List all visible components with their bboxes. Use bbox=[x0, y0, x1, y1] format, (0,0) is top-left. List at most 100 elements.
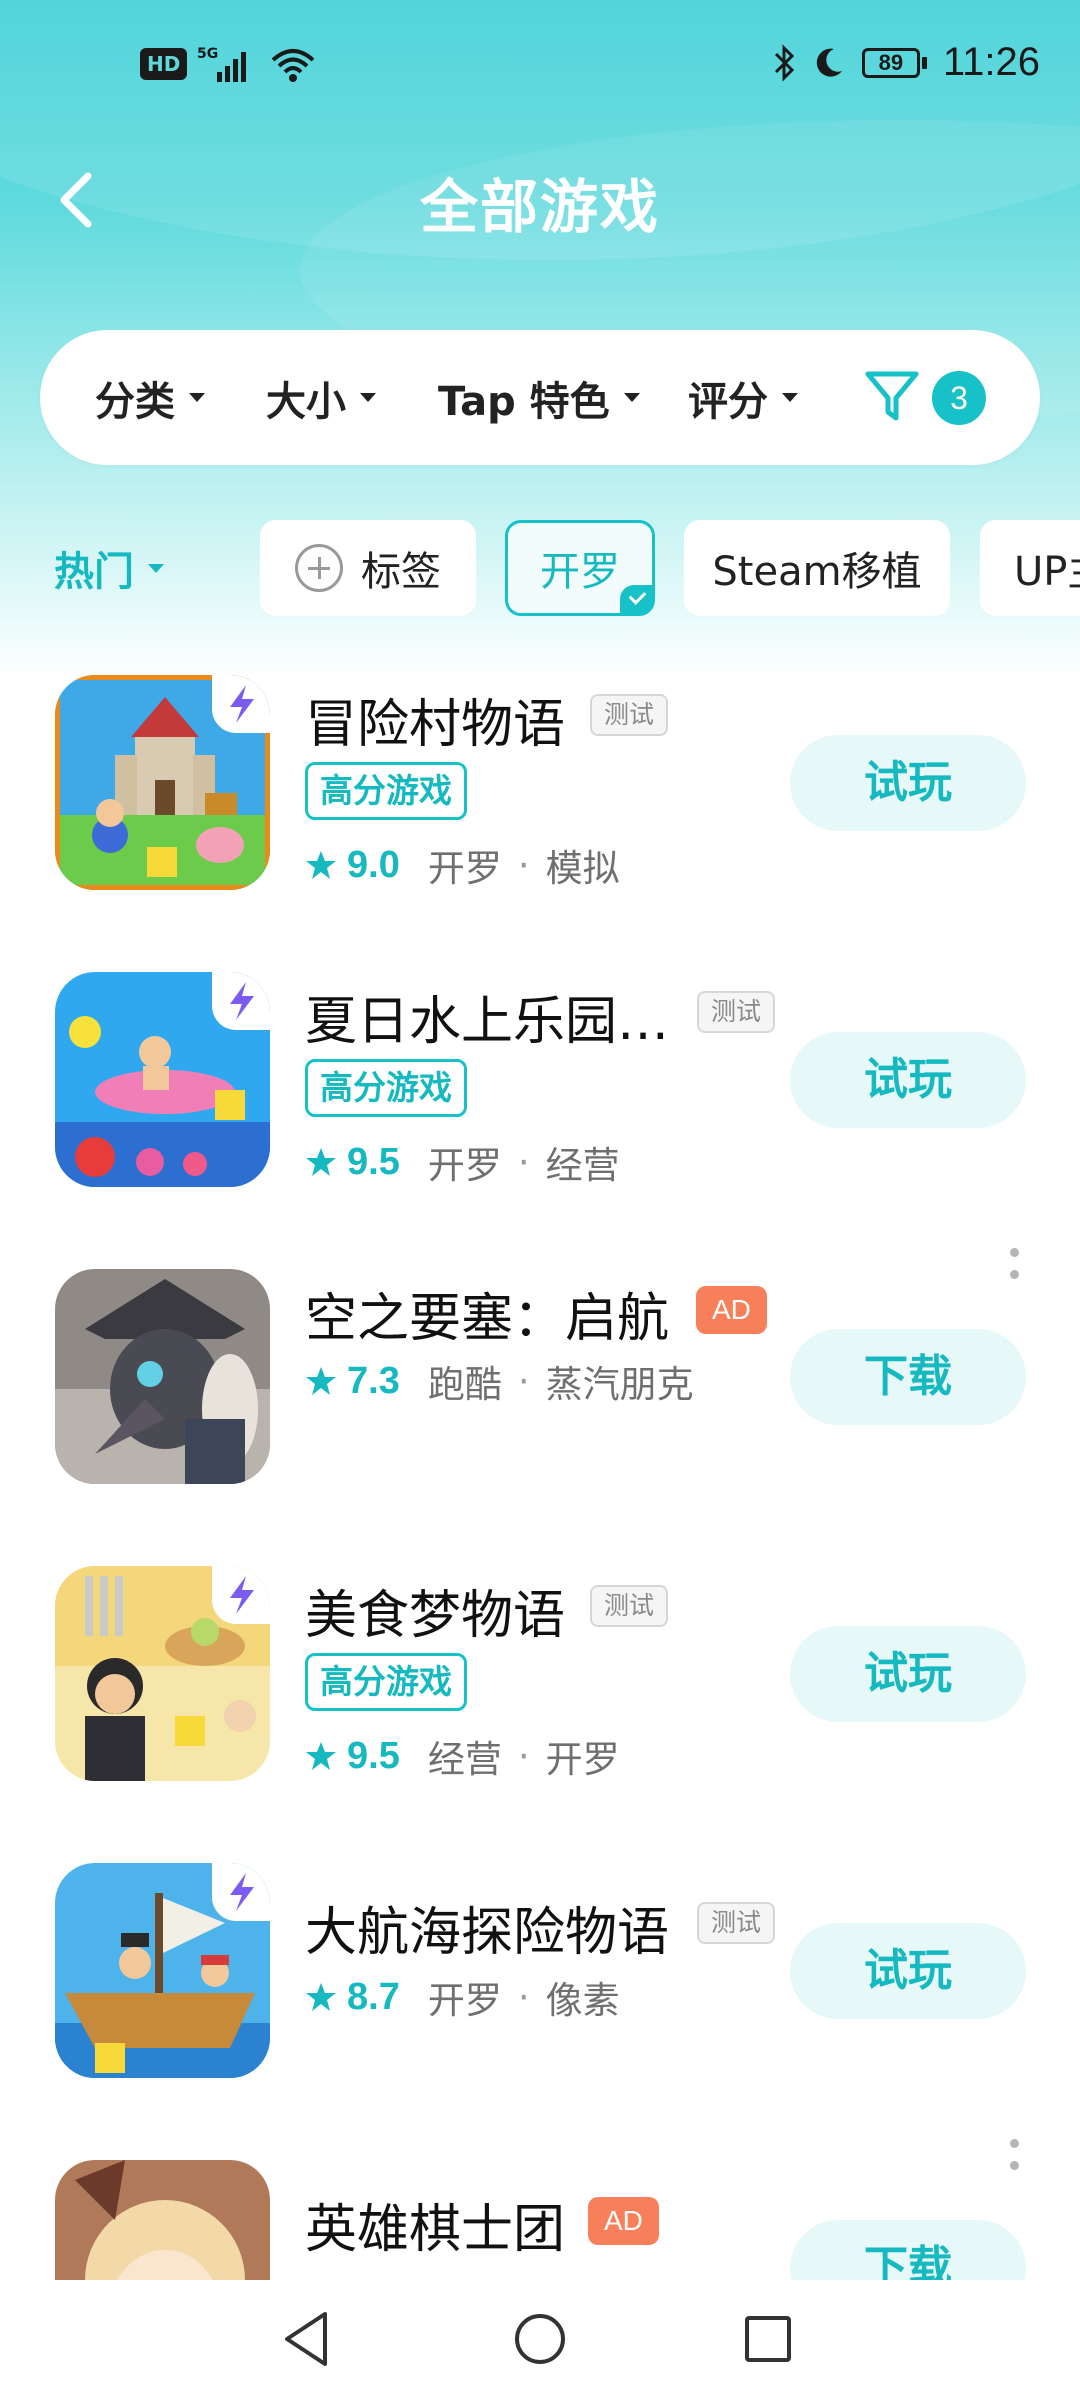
download-button[interactable]: 下载 bbox=[790, 1329, 1026, 1425]
game-meta: 9.5 开罗 · 经营 bbox=[305, 1135, 620, 1189]
game-title: 大航海探险物语 bbox=[305, 1903, 670, 1963]
game-icon-summer-waterpark bbox=[55, 972, 270, 1187]
tag-add-label[interactable]: 标签 bbox=[260, 520, 476, 616]
game-icon-adventure-village bbox=[55, 675, 270, 890]
battery-icon: 89 bbox=[861, 47, 927, 78]
ad-badge: AD bbox=[696, 1286, 767, 1334]
separator: · bbox=[517, 1975, 530, 2019]
test-badge: 测试 bbox=[697, 1902, 776, 1944]
game-title: 冒险村物语 bbox=[305, 695, 566, 755]
game-item[interactable]: 美食梦物语 测试 高分游戏 9.5 经营 · 开罗 试玩 bbox=[0, 1551, 1080, 1831]
caret-down-icon bbox=[623, 393, 640, 402]
moon-icon bbox=[816, 48, 842, 77]
high-score-badge: 高分游戏 bbox=[305, 762, 467, 820]
flash-badge bbox=[212, 1566, 270, 1624]
separator: · bbox=[517, 1140, 530, 1184]
caret-down-icon bbox=[782, 393, 798, 402]
game-icon-dream-restaurant bbox=[55, 1566, 270, 1781]
filter-tap-feature-label: Tap 特色 bbox=[438, 378, 610, 425]
tag-label: 开罗 bbox=[540, 549, 620, 595]
try-button[interactable]: 试玩 bbox=[790, 735, 1026, 831]
rating-score: 9.5 bbox=[347, 1734, 400, 1777]
game-item[interactable]: 冒险村物语 测试 高分游戏 9.0 开罗 · 模拟 试玩 bbox=[0, 660, 1080, 940]
network-type: 5G bbox=[197, 46, 218, 62]
test-badge: 测试 bbox=[590, 694, 669, 736]
tag-label: UP主 bbox=[1014, 549, 1080, 595]
tag-row: 热门 标签 开罗 Steam移植 UP主 bbox=[0, 518, 1080, 618]
game-title: 空之要塞：启航 bbox=[305, 1289, 670, 1349]
star-icon bbox=[306, 1742, 336, 1770]
filter-size[interactable]: 大小 bbox=[266, 330, 376, 465]
try-button[interactable]: 试玩 bbox=[790, 1032, 1026, 1128]
star-icon bbox=[306, 1367, 336, 1395]
rating-score: 9.0 bbox=[347, 843, 400, 886]
tag-steam[interactable]: Steam移植 bbox=[684, 520, 950, 616]
star-icon bbox=[306, 851, 336, 879]
flash-badge bbox=[212, 675, 270, 733]
tag-kairo[interactable]: 开罗 bbox=[505, 520, 655, 616]
filter-rating[interactable]: 评分 bbox=[688, 330, 798, 465]
game-meta: 7.3 跑酷 · 蒸汽朋克 bbox=[305, 1354, 694, 1408]
flash-badge bbox=[212, 1863, 270, 1921]
star-icon bbox=[306, 1148, 336, 1176]
genre-tag: 像素 bbox=[545, 1979, 620, 2022]
game-meta: 9.5 经营 · 开罗 bbox=[305, 1729, 620, 1783]
game-item[interactable]: 大航海探险物语 测试 8.7 开罗 · 像素 试玩 bbox=[0, 1848, 1080, 2128]
nav-home-icon[interactable] bbox=[505, 2304, 575, 2374]
caret-down-icon bbox=[360, 393, 376, 402]
download-button[interactable]: 下载 bbox=[790, 2220, 1026, 2280]
filter-bar: 分类 大小 Tap 特色 评分 3 bbox=[40, 330, 1040, 465]
rating-score: 8.7 bbox=[347, 1975, 400, 2018]
nav-back-icon[interactable] bbox=[273, 2304, 343, 2374]
separator: · bbox=[517, 1734, 530, 1778]
genre-tag: 开罗 bbox=[427, 1979, 502, 2022]
nav-recents-icon[interactable] bbox=[733, 2304, 803, 2374]
game-item[interactable]: 夏日水上乐园… 测试 高分游戏 9.5 开罗 · 经营 试玩 bbox=[0, 957, 1080, 1237]
page-title: 全部游戏 bbox=[419, 173, 660, 241]
game-title: 夏日水上乐园… bbox=[305, 992, 670, 1052]
star-icon bbox=[306, 1983, 336, 2011]
hd-icon: HD bbox=[140, 48, 188, 80]
try-button[interactable]: 试玩 bbox=[790, 1923, 1026, 2019]
game-meta: 9.0 开罗 · 模拟 bbox=[305, 838, 620, 892]
game-list: 冒险村物语 测试 高分游戏 9.0 开罗 · 模拟 试玩 夏日水上乐园… 测试 … bbox=[0, 660, 1080, 2280]
genre-tag: 开罗 bbox=[427, 1144, 502, 1187]
status-right: 89 11:26 bbox=[772, 40, 1040, 85]
genre-tag: 跑酷 bbox=[427, 1363, 502, 1406]
genre-tag: 经营 bbox=[427, 1738, 502, 1781]
more-options-icon[interactable] bbox=[1006, 2139, 1022, 2199]
test-badge: 测试 bbox=[697, 991, 776, 1033]
game-item[interactable]: 空之要塞：启航 AD 7.3 跑酷 · 蒸汽朋克 下载 bbox=[0, 1248, 1080, 1534]
status-bar: HD 5G 89 11:26 bbox=[0, 0, 1080, 130]
filter-category-label: 分类 bbox=[95, 378, 175, 425]
filter-size-label: 大小 bbox=[266, 378, 346, 425]
flash-badge bbox=[212, 972, 270, 1030]
more-options-icon[interactable] bbox=[1006, 1248, 1022, 1308]
signal-icon: 5G bbox=[197, 46, 247, 82]
game-item[interactable]: 英雄棋士团 AD 下载 bbox=[0, 2139, 1080, 2280]
sort-label: 热门 bbox=[54, 549, 134, 595]
caret-down-icon bbox=[189, 393, 205, 402]
filter-funnel-icon[interactable] bbox=[862, 366, 922, 428]
game-title: 美食梦物语 bbox=[305, 1586, 566, 1646]
sort-dropdown[interactable]: 热门 bbox=[54, 518, 164, 618]
separator: · bbox=[517, 843, 530, 887]
tag-label: Steam移植 bbox=[712, 549, 922, 595]
filter-category[interactable]: 分类 bbox=[95, 330, 205, 465]
separator: · bbox=[517, 1359, 530, 1403]
caret-down-icon bbox=[148, 563, 164, 573]
check-icon bbox=[620, 585, 654, 615]
filter-tap-feature[interactable]: Tap 特色 bbox=[438, 330, 640, 465]
game-title: 英雄棋士团 bbox=[305, 2200, 566, 2260]
system-nav-bar bbox=[0, 2280, 1080, 2400]
game-meta: 8.7 开罗 · 像素 bbox=[305, 1970, 620, 2024]
tag-label: 标签 bbox=[361, 549, 441, 595]
game-icon-sky-fortress bbox=[55, 1269, 270, 1484]
tag-up[interactable]: UP主 bbox=[980, 520, 1080, 616]
genre-tag: 开罗 bbox=[427, 847, 502, 890]
genre-tag: 蒸汽朋克 bbox=[545, 1363, 694, 1406]
genre-tag: 模拟 bbox=[545, 847, 620, 890]
bluetooth-icon bbox=[774, 43, 794, 82]
try-button[interactable]: 试玩 bbox=[790, 1626, 1026, 1722]
filter-count-badge: 3 bbox=[932, 371, 986, 425]
